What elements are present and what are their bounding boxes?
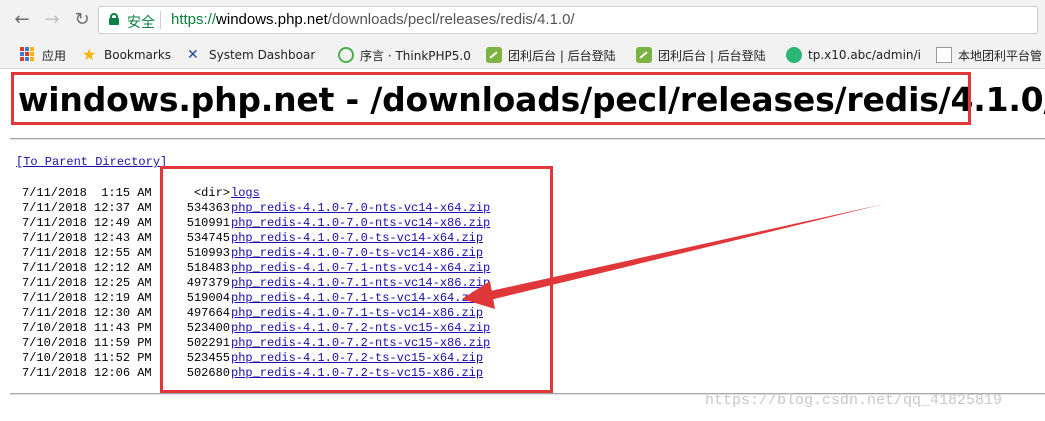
pointer-arrow-icon xyxy=(462,204,884,309)
watermark: https://blog.csdn.net/qq_41825819 xyxy=(705,392,1003,409)
